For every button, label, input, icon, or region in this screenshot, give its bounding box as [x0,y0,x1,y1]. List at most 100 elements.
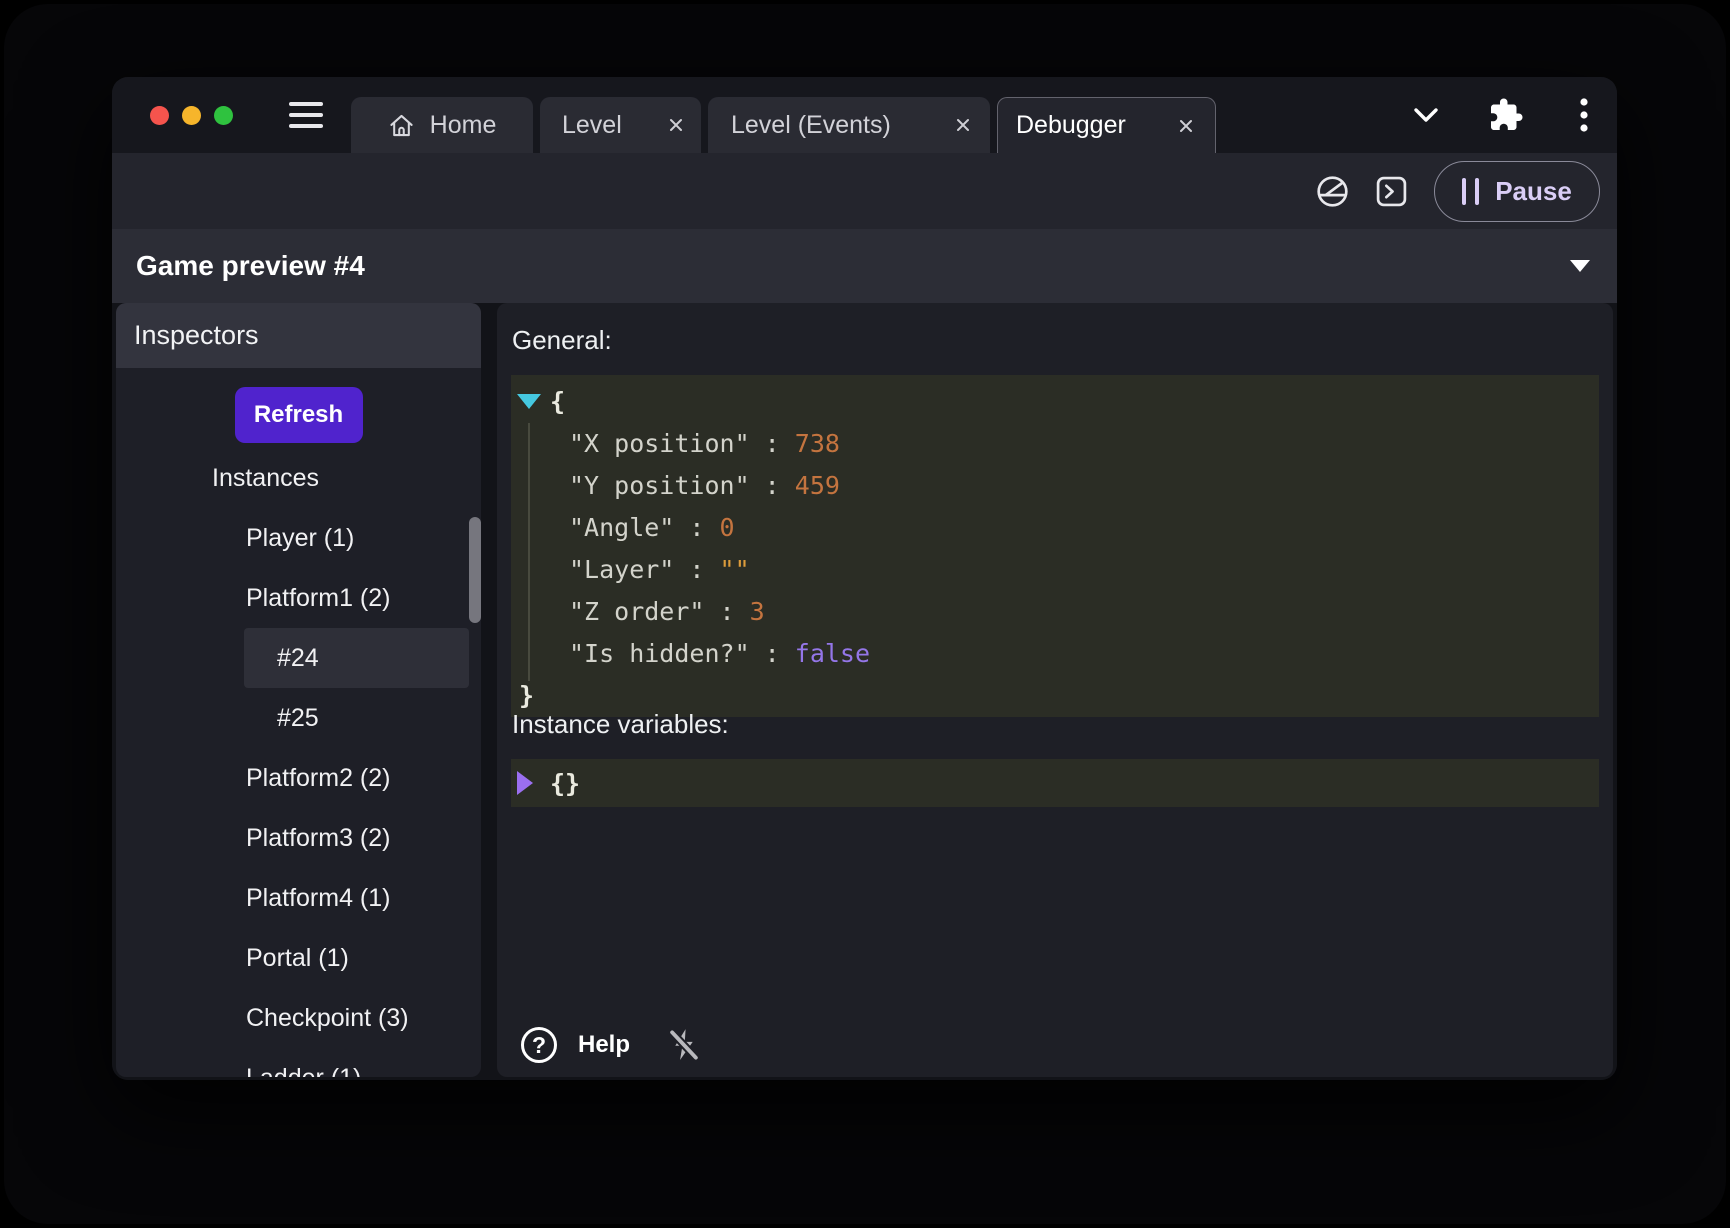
tree-item-instances[interactable]: Instances [116,448,481,508]
property-key: "Angle" [569,513,674,542]
property-angle[interactable]: "Angle" : 0 [511,506,1599,548]
tab-strip: Home Level Level (Events) Debugger [351,97,1216,153]
instance-variables-label: Instance variables: [512,709,729,740]
tree-item-label: Platform3 (2) [246,824,390,853]
tab-level[interactable]: Level [540,97,701,153]
instance-variables-json[interactable]: {} [511,759,1599,807]
tree-item-platform2-2[interactable]: Platform2 (2) [116,748,481,808]
property-colon: : [750,639,795,668]
profiler-icon[interactable] [1316,175,1349,208]
expand-triangle-icon[interactable] [517,771,533,795]
instances-tree: Instances Player (1) Platform1 (2) #24 #25 Pl… [116,448,481,1077]
tree-item-player-1[interactable]: Player (1) [116,508,481,568]
tree-item-platform3-2[interactable]: Platform3 (2) [116,808,481,868]
property-colon: : [750,471,795,500]
tree-item-ladder-1[interactable]: Ladder (1) [116,1048,481,1077]
pause-button[interactable]: Pause [1434,161,1600,222]
property-value: "" [720,555,750,584]
console-icon[interactable] [1375,175,1408,208]
flash-off-icon[interactable] [665,1025,703,1065]
property-value: 738 [795,429,840,458]
tree-item-24[interactable]: #24 [244,628,469,688]
property-colon: : [674,513,719,542]
tree-item-platform4-1[interactable]: Platform4 (1) [116,868,481,928]
property-is-hidden[interactable]: "Is hidden?" : false [511,632,1599,674]
help-label[interactable]: Help [578,1031,630,1059]
property-colon: : [674,555,719,584]
tab-debugger[interactable]: Debugger [997,97,1216,153]
property-key: "Layer" [569,555,674,584]
property-x-position[interactable]: "X position" : 738 [511,422,1599,464]
more-vertical-icon[interactable] [1580,98,1588,132]
indent-guide [528,423,530,681]
tab-close-icon[interactable] [1177,117,1195,135]
tab-bar-actions [1413,77,1617,153]
zoom-window-button[interactable] [214,106,233,125]
property-value: 459 [795,471,840,500]
dropdown-caret-icon [1570,260,1590,272]
general-properties-json: {"X position" : 738"Y position" : 459"An… [511,375,1599,717]
main-menu-icon[interactable] [289,102,323,128]
preview-selector[interactable]: Game preview #4 [112,229,1617,303]
minimize-window-button[interactable] [182,106,201,125]
extensions-puzzle-icon[interactable] [1488,97,1524,133]
tab-home[interactable]: Home [351,97,533,153]
pause-icon [1462,178,1479,205]
tree-item-label: Ladder (1) [246,1064,361,1078]
tree-item-label: Platform1 (2) [246,584,390,613]
property-key: "Z order" [569,597,704,626]
property-value: 0 [720,513,735,542]
tree-item-label: Checkpoint (3) [246,1004,409,1033]
tree-item-label: #24 [277,644,319,673]
collapse-triangle-icon[interactable] [517,394,541,409]
tab-close-icon[interactable] [954,116,972,134]
preview-title: Game preview #4 [136,250,365,282]
tree-item-platform1-2[interactable]: Platform1 (2) [116,568,481,628]
property-value: false [795,639,870,668]
property-colon: : [750,429,795,458]
tab-bar: Home Level Level (Events) Debugger [112,77,1617,153]
property-key: "X position" [569,429,750,458]
tab-label: Debugger [1016,111,1126,140]
inspectors-header-label: Inspectors [134,320,259,351]
tree-item-label: Platform2 (2) [246,764,390,793]
property-key: "Is hidden?" [569,639,750,668]
tab-close-icon[interactable] [667,116,685,134]
content-area: Inspectors Refresh Instances Player (1) Pl… [112,303,1617,1080]
refresh-button[interactable]: Refresh [235,387,363,443]
app-window: Home Level Level (Events) Debugger Pause Ga… [112,77,1617,1080]
inspector-panel: General: {"X position" : 738"Y position"… [497,303,1613,1077]
open-brace: { [550,387,565,416]
tree-item-label: Instances [212,464,319,493]
sidebar-scrollbar-thumb[interactable] [469,517,481,623]
tree-item-25[interactable]: #25 [244,688,469,748]
tab-label: Level [562,111,622,140]
tab-level-events[interactable]: Level (Events) [708,97,990,153]
tree-item-label: Portal (1) [246,944,349,973]
tree-item-checkpoint-3[interactable]: Checkpoint (3) [116,988,481,1048]
tab-label: Level (Events) [731,111,891,140]
debugger-toolbar: Pause [112,153,1617,229]
help-row: ? Help [521,1025,703,1065]
window-controls [150,106,233,125]
property-colon: : [704,597,749,626]
close-brace: } [519,681,534,710]
pause-button-label: Pause [1495,176,1572,207]
inspectors-panel: Inspectors Refresh Instances Player (1) Pl… [116,303,481,1077]
general-section-label: General: [512,325,612,356]
property-layer[interactable]: "Layer" : "" [511,548,1599,590]
variables-value: {} [550,769,580,798]
inspectors-header: Inspectors [116,303,481,368]
chevron-down-icon[interactable] [1413,107,1439,123]
property-key: "Y position" [569,471,750,500]
tree-item-label: Player (1) [246,524,354,553]
tree-item-label: Platform4 (1) [246,884,390,913]
tree-item-label: #25 [277,704,319,733]
close-window-button[interactable] [150,106,169,125]
property-z-order[interactable]: "Z order" : 3 [511,590,1599,632]
property-value: 3 [750,597,765,626]
help-icon[interactable]: ? [521,1027,557,1063]
home-icon [388,112,415,139]
property-y-position[interactable]: "Y position" : 459 [511,464,1599,506]
tree-item-portal-1[interactable]: Portal (1) [116,928,481,988]
